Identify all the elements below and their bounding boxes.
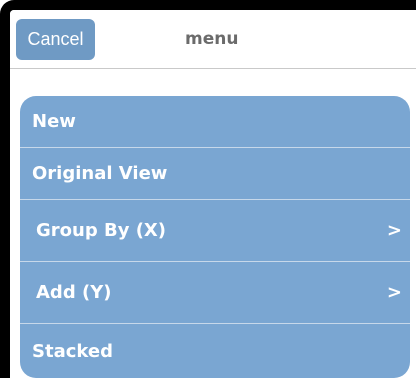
chevron-right-icon: > — [386, 220, 402, 241]
page-title: menu — [185, 29, 239, 49]
device-frame: Cancel menu New Original View Group By (… — [0, 0, 416, 378]
menu-item-new[interactable]: New — [20, 96, 410, 148]
cancel-button[interactable]: Cancel — [16, 19, 95, 60]
menu-item-label: New — [32, 111, 76, 132]
menu-item-original-view[interactable]: Original View — [20, 148, 410, 200]
menu-item-stacked[interactable]: Stacked — [20, 324, 410, 378]
chevron-right-icon: > — [386, 282, 402, 303]
menu-item-label: Add (Y) — [36, 282, 112, 303]
menu-item-label: Stacked — [32, 340, 113, 362]
menu-list: New Original View Group By (X) > Add (Y)… — [20, 96, 410, 378]
menu-item-add[interactable]: Add (Y) > — [20, 262, 410, 324]
menu-item-label: Group By (X) — [36, 220, 167, 241]
menu-item-group-by[interactable]: Group By (X) > — [20, 200, 410, 262]
navigation-bar: Cancel menu — [10, 10, 416, 69]
menu-item-label: Original View — [32, 163, 168, 184]
